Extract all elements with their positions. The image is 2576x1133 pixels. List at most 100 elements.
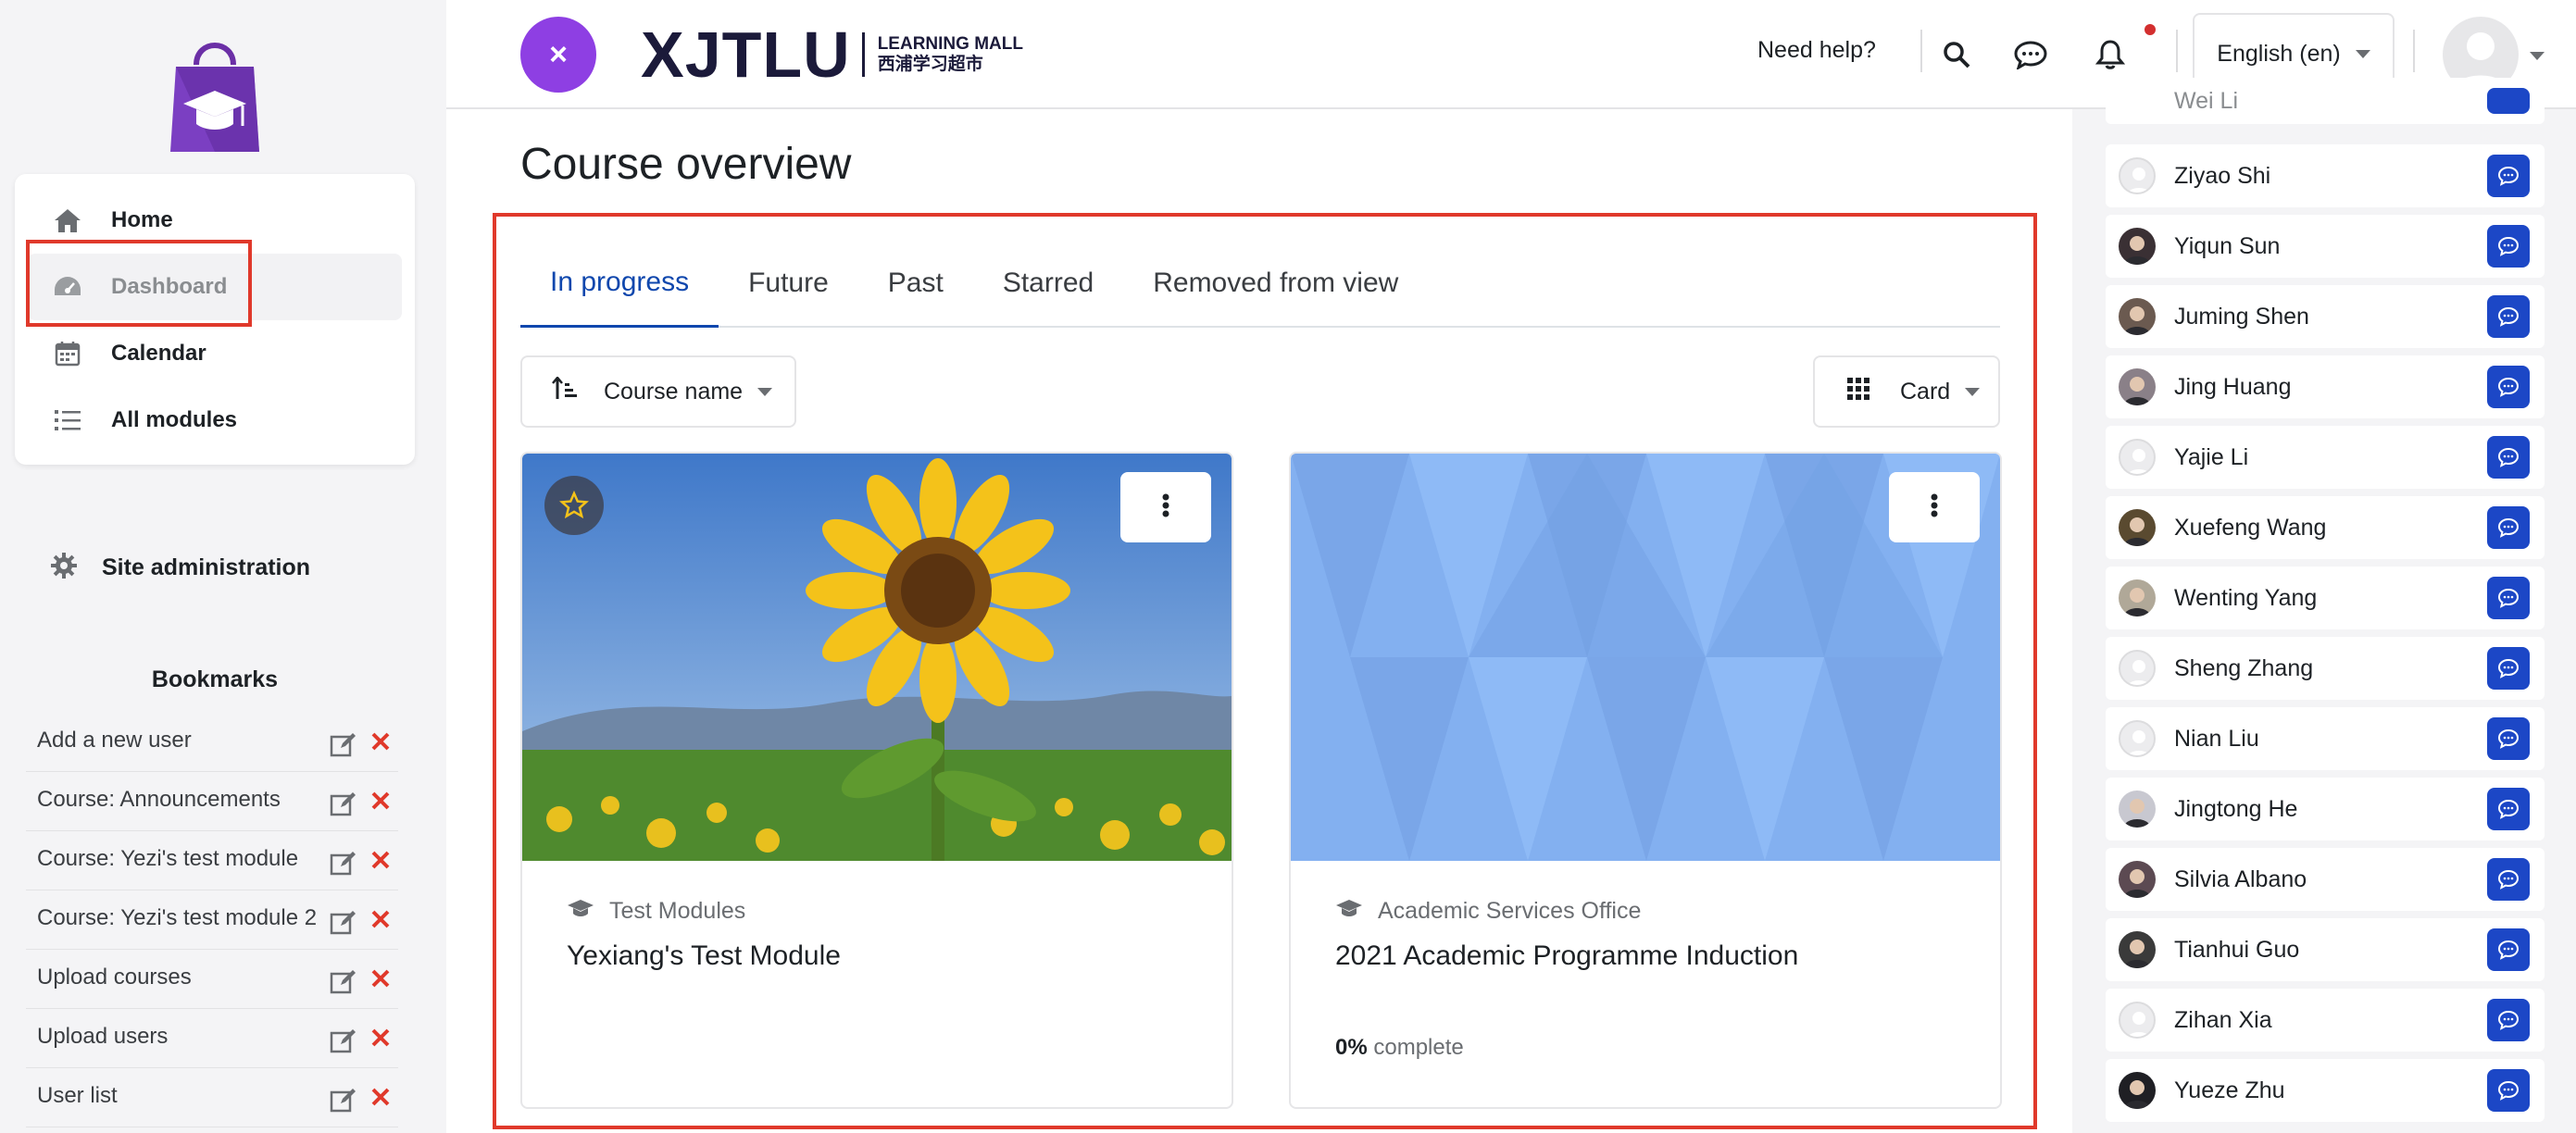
message-icon[interactable] (2487, 88, 2530, 114)
contact-avatar (2119, 228, 2156, 265)
message-icon[interactable] (2487, 999, 2530, 1041)
contact-row[interactable]: Yueze Zhu (2106, 1059, 2545, 1122)
tab-future[interactable]: Future (719, 239, 858, 328)
delete-icon[interactable] (370, 909, 391, 940)
contact-row[interactable]: Yajie Li (2106, 426, 2545, 489)
learning-mall-logo[interactable] (169, 33, 261, 154)
message-icon[interactable] (2487, 577, 2530, 619)
bookmark-item: User list (26, 1068, 398, 1127)
site-administration-link[interactable]: Site administration (50, 552, 310, 584)
delete-icon[interactable] (370, 850, 391, 880)
nav-item-label: Calendar (111, 341, 206, 366)
course-actions-menu-button[interactable] (1120, 472, 1211, 542)
course-category: Academic Services Office (1335, 898, 1641, 925)
sort-label: Course name (604, 378, 744, 405)
contact-row[interactable]: Jingtong He (2106, 778, 2545, 840)
bookmarks-list: Add a new user Course: Announcements Cou… (26, 713, 398, 1127)
xjtlu-brand[interactable]: XJTLU LEARNING MALL 西浦学习超市 (641, 22, 1023, 87)
star-course-button[interactable] (544, 476, 604, 535)
sort-dropdown[interactable]: Course name (520, 355, 796, 428)
contact-row[interactable]: Wenting Yang (2106, 566, 2545, 629)
edit-icon[interactable] (330, 968, 357, 999)
close-drawer-button[interactable]: × (520, 17, 596, 93)
course-actions-menu-button[interactable] (1889, 472, 1980, 542)
edit-icon[interactable] (330, 791, 357, 821)
edit-icon[interactable] (330, 731, 357, 762)
course-category-label: Test Modules (609, 898, 746, 924)
message-icon[interactable] (2487, 155, 2530, 197)
search-icon[interactable] (1937, 35, 1976, 74)
message-icon[interactable] (2487, 858, 2530, 901)
contact-row[interactable]: Yiqun Sun (2106, 215, 2545, 278)
contact-name: Silvia Albano (2174, 865, 2307, 892)
edit-icon[interactable] (330, 850, 357, 880)
message-icon[interactable] (2011, 35, 2050, 74)
bookmark-link[interactable]: Upload courses (37, 961, 324, 994)
contact-row[interactable]: Silvia Albano (2106, 848, 2545, 911)
contact-row[interactable]: Tianhui Guo (2106, 918, 2545, 981)
tab-past[interactable]: Past (858, 239, 973, 328)
edit-icon[interactable] (330, 1087, 357, 1117)
delete-icon[interactable] (370, 968, 391, 999)
brand-main: XJTLU (641, 19, 851, 91)
notification-badge (2145, 24, 2156, 35)
contact-name: Tianhui Guo (2174, 936, 2300, 963)
edit-icon[interactable] (330, 909, 357, 940)
edit-icon[interactable] (330, 1027, 357, 1058)
contact-avatar (2119, 931, 2156, 968)
message-icon[interactable] (2487, 717, 2530, 760)
list-icon (52, 405, 83, 436)
chevron-down-icon[interactable] (2530, 52, 2545, 60)
contact-row[interactable]: Xuefeng Wang (2106, 496, 2545, 559)
bookmark-link[interactable]: User list (37, 1079, 324, 1113)
course-image-sunflower[interactable] (522, 454, 1232, 861)
contact-avatar (2119, 650, 2156, 687)
message-icon[interactable] (2487, 1069, 2530, 1112)
contact-row[interactable]: Zihan Xia (2106, 989, 2545, 1052)
nav-item-all-modules[interactable]: All modules (28, 387, 402, 454)
tab-starred[interactable]: Starred (973, 239, 1123, 328)
message-icon[interactable] (2487, 295, 2530, 338)
course-card[interactable]: Test Modules Yexiang's Test Module (520, 452, 1233, 1109)
message-icon[interactable] (2487, 225, 2530, 268)
main-content: Course overview In progress Future Past … (446, 109, 2072, 1133)
bookmark-link[interactable]: Upload users (37, 1020, 324, 1053)
contact-row[interactable]: Sheng Zhang (2106, 637, 2545, 700)
nav-item-label: All modules (111, 407, 238, 432)
contact-name: Juming Shen (2174, 303, 2309, 330)
message-icon[interactable] (2487, 788, 2530, 830)
header-divider (2413, 30, 2415, 72)
graduation-cap-icon (567, 898, 594, 925)
delete-icon[interactable] (370, 1087, 391, 1117)
course-image-pattern[interactable] (1291, 454, 2000, 861)
contact-row[interactable]: Nian Liu (2106, 707, 2545, 770)
delete-icon[interactable] (370, 731, 391, 762)
bookmark-link[interactable]: Course: Announcements (37, 783, 324, 816)
bookmark-item: Upload users (26, 1009, 398, 1068)
message-icon[interactable] (2487, 647, 2530, 690)
course-card[interactable]: Academic Services Office 2021 Academic P… (1289, 452, 2002, 1109)
course-name-link[interactable]: Yexiang's Test Module (567, 940, 841, 972)
delete-icon[interactable] (370, 791, 391, 821)
bookmark-link[interactable]: Add a new user (37, 724, 324, 757)
contact-name: Nian Liu (2174, 725, 2259, 752)
message-icon[interactable] (2487, 436, 2530, 479)
tab-removed-from-view[interactable]: Removed from view (1123, 239, 1428, 328)
contact-name: Jing Huang (2174, 373, 2292, 400)
delete-icon[interactable] (370, 1027, 391, 1058)
view-dropdown[interactable]: Card (1813, 355, 2000, 428)
bell-icon[interactable] (2091, 35, 2130, 74)
bookmark-link[interactable]: Course: Yezi's test module (37, 842, 324, 876)
message-icon[interactable] (2487, 506, 2530, 549)
message-icon[interactable] (2487, 928, 2530, 971)
contact-row[interactable]: Ziyao Shi (2106, 144, 2545, 207)
bookmark-link[interactable]: Course: Yezi's test module 2 (37, 902, 324, 935)
contact-row-partial[interactable]: Wei Li (2106, 78, 2545, 124)
message-icon[interactable] (2487, 366, 2530, 408)
need-help-link[interactable]: Need help? (1757, 37, 1876, 64)
course-name-link[interactable]: 2021 Academic Programme Induction (1335, 940, 1798, 972)
contact-row[interactable]: Jing Huang (2106, 355, 2545, 418)
nav-item-calendar[interactable]: Calendar (28, 320, 402, 387)
contact-row[interactable]: Juming Shen (2106, 285, 2545, 348)
tab-in-progress[interactable]: In progress (520, 239, 719, 328)
